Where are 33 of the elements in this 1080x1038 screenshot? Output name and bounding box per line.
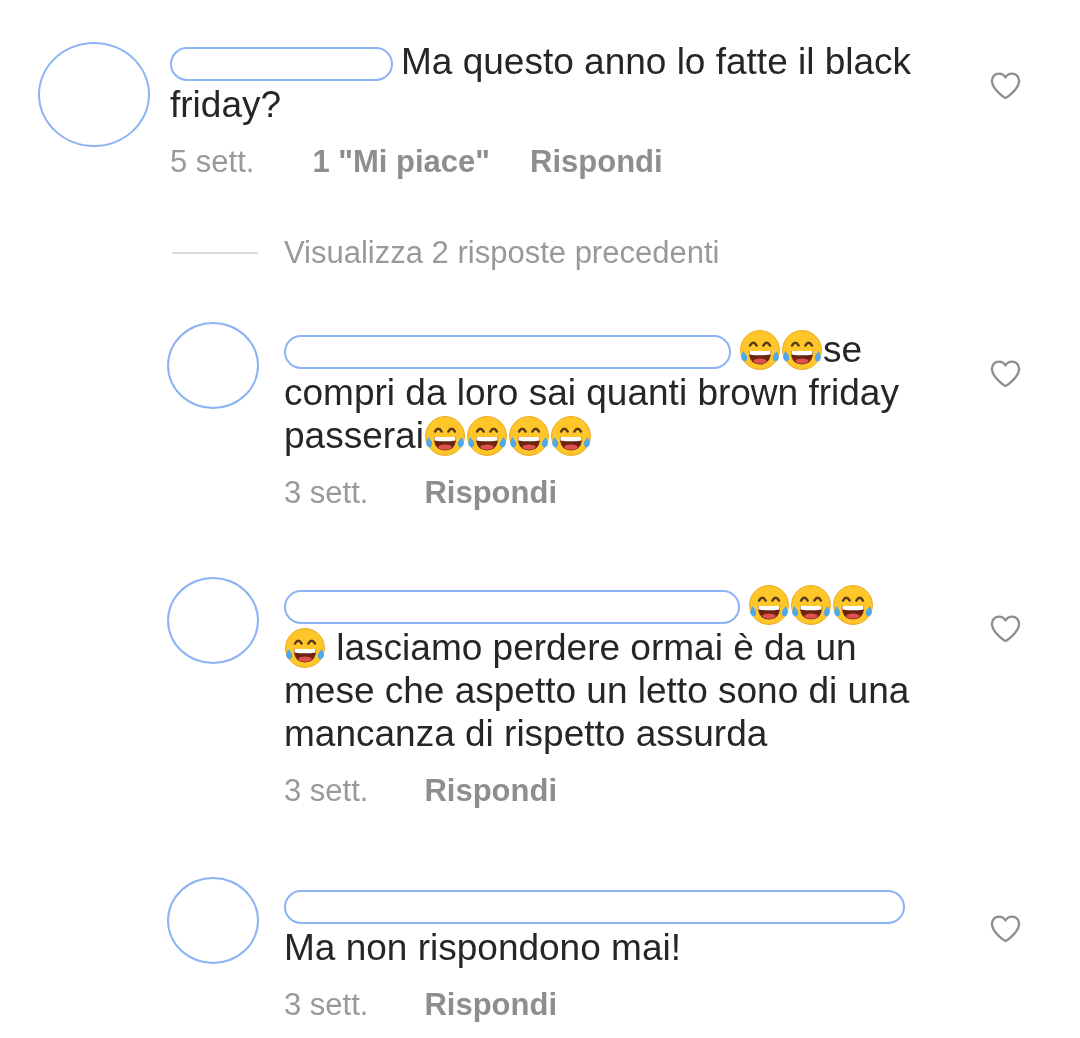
likes-count-link[interactable]: 1 "Mi piace" [312,142,490,182]
laughing-face-icon [285,628,325,668]
laughing-face-icon [466,416,507,456]
comment-text: lasciamo perdere ormai è da un [335,627,857,668]
comment-text: friday? [170,84,282,125]
laughing-face-icon [550,416,591,456]
heart-icon[interactable] [990,72,1021,101]
reply-link[interactable]: Rispondi [424,985,558,1025]
reply-link[interactable]: Rispondi [424,771,558,811]
laughing-face-icon [791,585,831,625]
reply-link[interactable]: Rispondi [530,142,663,182]
laughing-face-icon [833,585,873,625]
comment-time: 3 sett. [284,986,369,1024]
comment-time: 3 sett. [284,772,369,810]
heart-icon[interactable] [990,615,1021,644]
reply-link[interactable]: Rispondi [424,473,558,513]
laughing-face-icon [749,585,789,625]
laughing-face-icon [782,330,822,370]
comment-text: passerai [284,415,424,456]
heart-icon[interactable] [990,915,1021,944]
comment-text: mancanza di rispetto assurda [284,713,768,754]
comment-text: Ma non rispondono mai! [284,927,681,968]
laughing-face-icon [424,416,465,456]
comment-time: 5 sett. [170,143,255,181]
view-replies-button[interactable]: Visualizza 2 risposte precedenti [284,233,720,273]
heart-icon[interactable] [990,360,1021,389]
comment-time: 3 sett. [284,474,369,512]
comment-text: se [823,329,863,370]
comment-text: compri da loro sai quanti brown friday [284,372,899,413]
comment-text: mese che aspetto un letto sono di una [284,670,910,711]
laughing-face-icon [740,330,780,370]
comment-text: Ma questo anno lo fatte il black [401,41,912,82]
laughing-face-icon [508,416,549,456]
